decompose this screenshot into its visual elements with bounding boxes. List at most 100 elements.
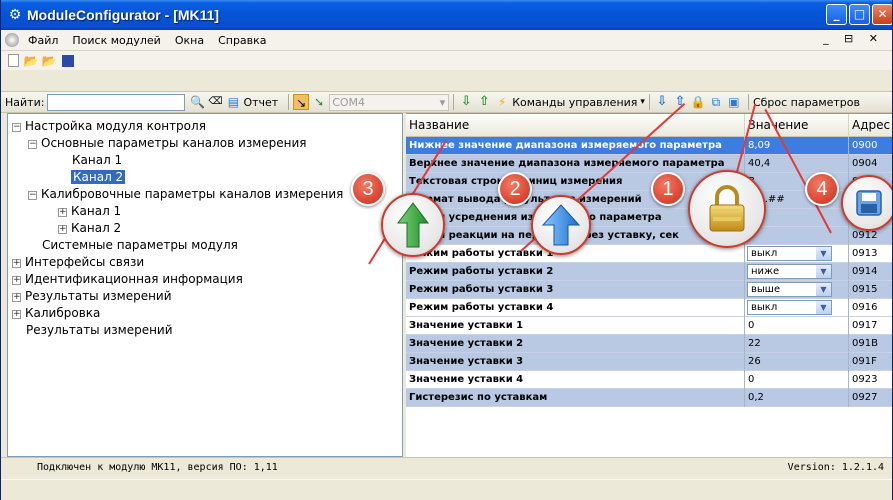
tree-node-system-params[interactable]: Системные параметры модуля <box>42 237 238 253</box>
param-value-cell[interactable]: 26 <box>745 353 849 371</box>
table-row[interactable]: Значение уставки 2 22 091B <box>406 335 892 353</box>
maximize-button[interactable]: □ <box>849 4 870 25</box>
tree-node-channel-params[interactable]: − Основные параметры каналов измерения <box>28 135 307 151</box>
param-value-cell[interactable]: 0 <box>745 371 849 389</box>
mode-select[interactable]: выше ▼ <box>747 282 832 297</box>
open-folder-icon[interactable]: 📂 <box>23 53 39 69</box>
find-input[interactable] <box>47 93 186 111</box>
chevron-down-icon[interactable]: ▾ <box>640 97 645 107</box>
column-name[interactable]: Название <box>406 114 745 137</box>
app-menu-icon[interactable] <box>5 33 19 47</box>
disconnect-icon[interactable]: ➘ <box>311 94 327 110</box>
download-green-icon[interactable]: ⇩ <box>458 94 474 110</box>
copy-icon[interactable]: ⧉ <box>708 94 724 110</box>
close-button[interactable]: ✕ <box>872 4 892 25</box>
tree-node-module-settings[interactable]: − Настройка модуля контроля <box>12 118 206 134</box>
param-value-cell[interactable]: 1 <box>745 227 849 245</box>
table-row[interactable]: Значение уставки 1 0 0917 <box>406 317 892 335</box>
expand-icon[interactable]: + <box>12 293 21 302</box>
connect-icon[interactable]: ↘ <box>293 94 310 110</box>
settings-tree: − Настройка модуля контроля − Основные пар… <box>7 113 403 457</box>
mode-select[interactable]: ниже ▼ <box>747 264 832 279</box>
parameters-grid: Название Значение Адрес Нижнее значение … <box>406 113 892 457</box>
find-label: Найти: <box>5 95 45 109</box>
expand-icon[interactable]: + <box>12 276 21 285</box>
expand-icon[interactable]: + <box>58 208 67 217</box>
tree-node-identification[interactable]: + Идентификационная информация <box>12 271 243 287</box>
chevron-down-icon[interactable]: ▼ <box>816 283 831 296</box>
param-address-cell: 0916 <box>849 299 892 317</box>
param-value-cell[interactable]: выкл ▼ <box>745 299 849 317</box>
open-multiple-icon[interactable]: 📂 <box>41 53 57 69</box>
callout-save-bubble <box>841 175 892 231</box>
param-value-cell[interactable]: 0,2 <box>745 389 849 407</box>
com-port-select[interactable]: COM4 <box>329 93 450 111</box>
param-value-cell[interactable]: 0 <box>745 317 849 335</box>
menu-help[interactable]: Справка <box>211 34 273 47</box>
table-row[interactable]: Гистерезис по уставкам 0,2 0927 <box>406 389 892 407</box>
mode-select-value: ниже <box>751 266 780 277</box>
tree-node-channel-2-selected[interactable]: Канал 2 <box>71 169 126 185</box>
collapse-icon[interactable]: − <box>28 140 37 149</box>
table-row[interactable]: Значение уставки 3 26 091F <box>406 353 892 371</box>
param-value-cell[interactable]: выкл ▼ <box>745 245 849 263</box>
tree-node-calibration[interactable]: + Калибровка <box>12 305 100 321</box>
lock-icon[interactable]: 🔒 <box>690 94 706 110</box>
new-file-icon[interactable] <box>8 54 19 67</box>
tree-node-results-leaf[interactable]: Результаты измерений <box>26 322 173 338</box>
table-row[interactable]: Нижнее значение диапазона измеряемого па… <box>406 137 892 155</box>
save-params-icon[interactable]: ▣ <box>726 94 742 110</box>
collapse-icon[interactable]: − <box>28 191 37 200</box>
commands-dropdown[interactable]: Команды управления <box>512 96 637 109</box>
report-button[interactable]: Отчет <box>243 96 278 109</box>
window-title: ModuleConfigurator - [MK11] <box>27 7 220 23</box>
title-bar[interactable]: ⚙ ModuleConfigurator - [MK11] _ □ ✕ <box>1 0 892 30</box>
table-row[interactable]: Режим работы уставки 4 выкл ▼ 0916 <box>406 299 892 317</box>
table-row[interactable]: Режим работы уставки 3 выше ▼ 0915 <box>406 281 892 299</box>
callout-number-3: 3 <box>351 172 385 206</box>
param-name-cell: Значение уставки 2 <box>406 335 745 353</box>
column-address[interactable]: Адрес <box>849 114 892 137</box>
chevron-down-icon[interactable]: ▼ <box>816 247 831 260</box>
toolbar-separator <box>288 94 290 110</box>
tree-node-calibration-params[interactable]: − Калибровочные параметры каналов измерен… <box>28 186 343 202</box>
param-value-cell[interactable]: выше ▼ <box>745 281 849 299</box>
chevron-down-icon[interactable]: ▼ <box>816 265 831 278</box>
mode-select[interactable]: выкл ▼ <box>747 246 832 261</box>
param-value-cell[interactable]: 8,09 <box>745 137 849 155</box>
expand-icon[interactable]: + <box>12 259 21 268</box>
param-value-cell[interactable]: 22 <box>745 335 849 353</box>
menu-module-search[interactable]: Поиск модулей <box>65 34 167 47</box>
param-name-cell: Режим работы уставки 4 <box>406 299 745 317</box>
expand-icon[interactable]: + <box>12 310 21 319</box>
minimize-button[interactable]: _ <box>826 4 847 25</box>
save-disk-icon[interactable] <box>62 54 74 67</box>
mdi-window-controls[interactable]: _ ⊟ ✕ <box>823 32 884 45</box>
tree-node-channel-1[interactable]: Канал 1 <box>72 152 122 168</box>
expand-icon[interactable]: + <box>58 225 67 234</box>
table-row[interactable]: Верхнее значение диапазона измеряемого п… <box>406 155 892 173</box>
upload-green-icon[interactable]: ⇧ <box>476 94 492 110</box>
table-row[interactable]: Время реакции на переход через уставку, … <box>406 227 892 245</box>
table-row[interactable]: Режим работы уставки 2 ниже ▼ 0914 <box>406 263 892 281</box>
param-address-cell: 0915 <box>849 281 892 299</box>
menu-file[interactable]: Файл <box>21 34 65 47</box>
table-row[interactable]: Режим работы уставки 1 выкл ▼ 0913 <box>406 245 892 263</box>
menu-windows[interactable]: Окна <box>168 34 211 47</box>
chevron-down-icon[interactable]: ▼ <box>816 301 831 314</box>
reset-params-button[interactable]: Сброс параметров <box>753 96 860 109</box>
tree-node-cal-channel-2[interactable]: + Канал 2 <box>58 220 121 236</box>
column-value[interactable]: Значение <box>745 114 849 137</box>
collapse-icon[interactable]: − <box>12 123 21 132</box>
callout-number-2: 2 <box>498 172 532 206</box>
tree-node-cal-channel-1[interactable]: + Канал 1 <box>58 203 121 219</box>
clear-search-icon[interactable]: ⌫ <box>207 94 223 110</box>
mode-select[interactable]: выкл ▼ <box>747 300 832 315</box>
tree-node-interfaces[interactable]: + Интерфейсы связи <box>12 254 144 270</box>
toolbar-separator <box>453 94 455 110</box>
download-blue-icon[interactable]: ⇩ <box>654 94 670 110</box>
tree-node-measurement-results[interactable]: + Результаты измерений <box>12 288 172 304</box>
table-row[interactable]: Значение уставки 4 0 0923 <box>406 371 892 389</box>
search-icon[interactable]: 🔍 <box>189 94 205 110</box>
param-value-cell[interactable]: ниже ▼ <box>745 263 849 281</box>
